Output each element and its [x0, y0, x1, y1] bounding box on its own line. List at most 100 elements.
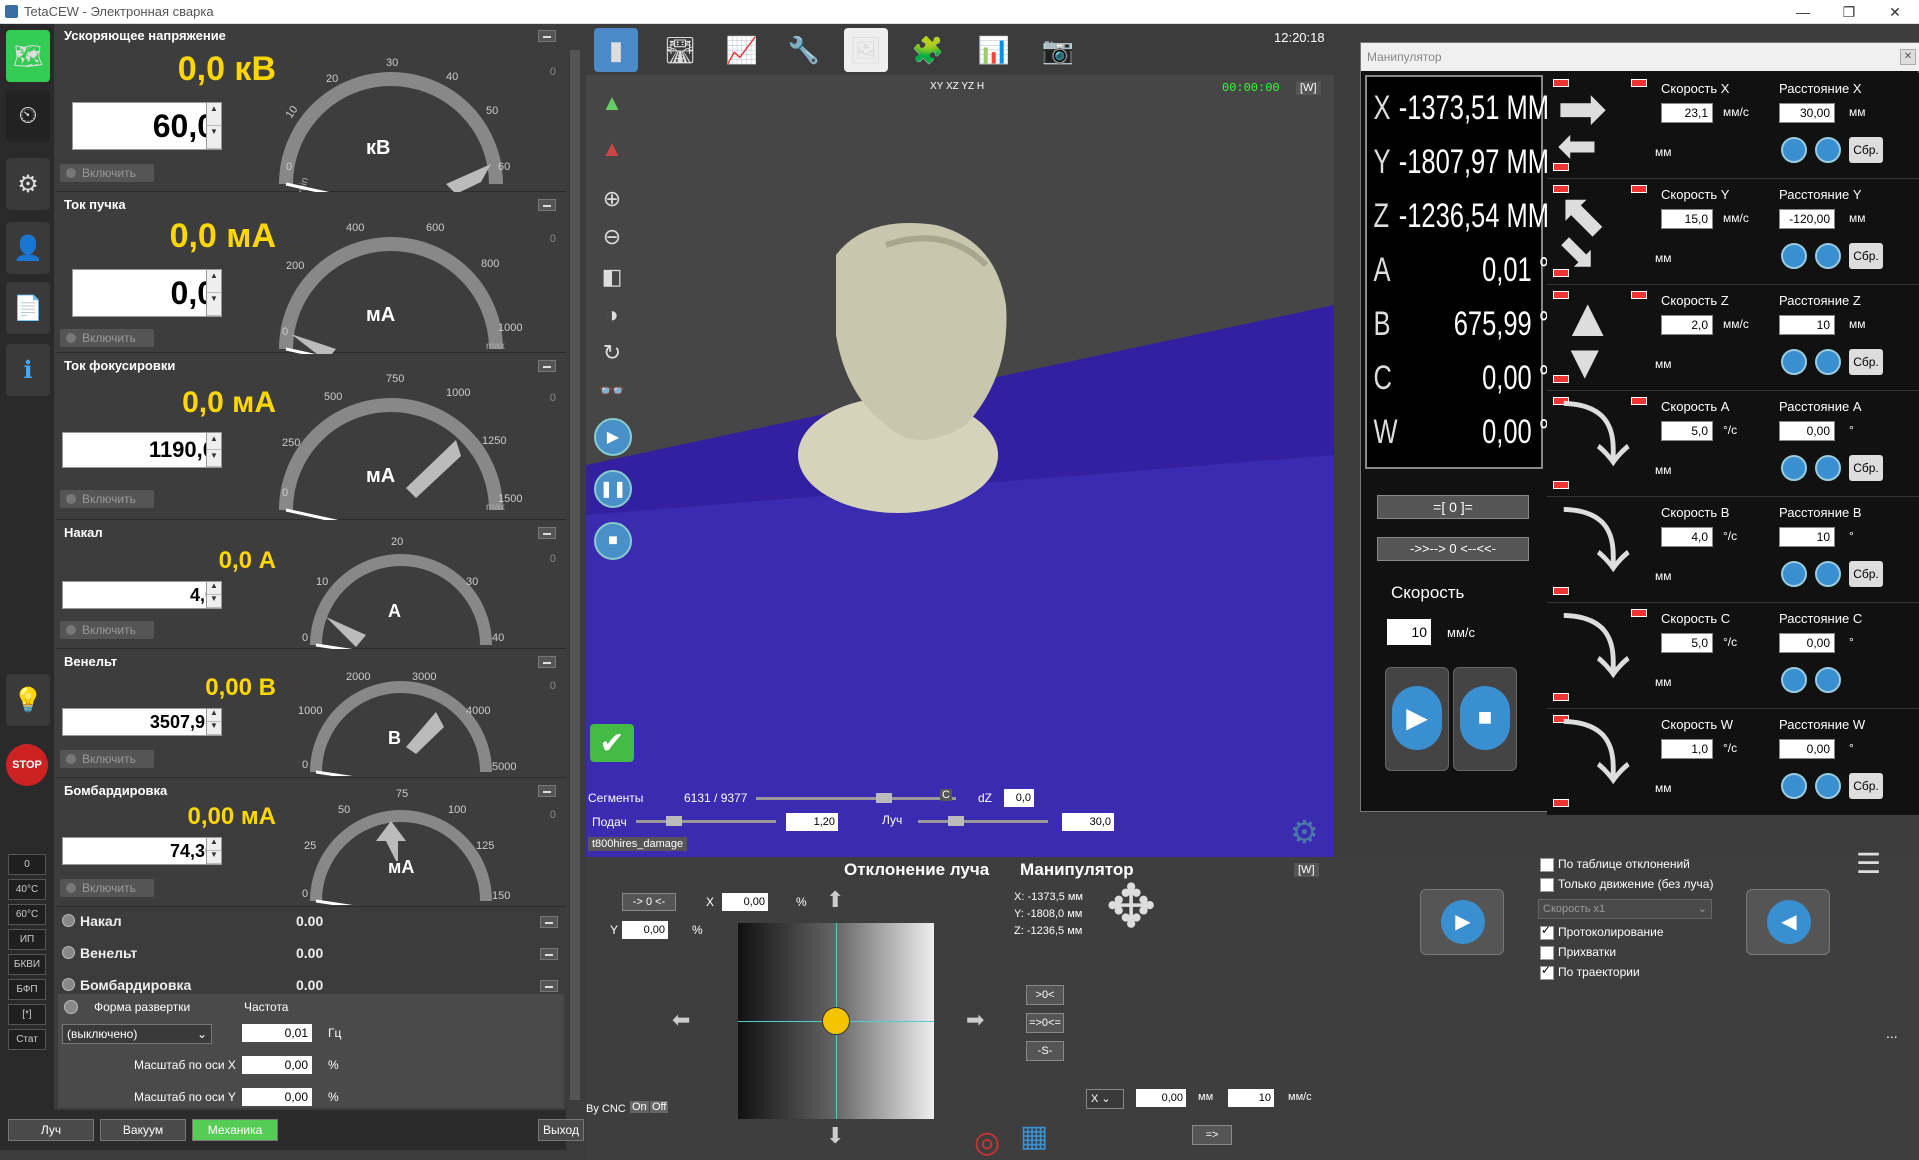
notes-icon[interactable]: 📄: [6, 282, 50, 334]
zoom-out-icon[interactable]: ⊖: [590, 218, 634, 256]
stop-run-button[interactable]: ■: [594, 522, 632, 560]
enable-toggle[interactable]: Включить: [60, 879, 154, 897]
move-x-stop-button[interactable]: [1815, 137, 1841, 163]
speed-c-input[interactable]: 5,0: [1661, 633, 1713, 653]
dz-input[interactable]: 0,0: [1004, 789, 1034, 807]
manipulator-close-button[interactable]: ✕: [1900, 49, 1916, 65]
reset-y-button[interactable]: Сбр.: [1849, 243, 1883, 269]
enable-toggle[interactable]: Включить: [60, 329, 154, 347]
panel-input[interactable]: 1190,0: [62, 432, 222, 468]
image-icon[interactable]: 🖼: [844, 28, 888, 72]
speed-select[interactable]: Скорость x1 ⌄: [1538, 899, 1712, 919]
tab-beam[interactable]: Луч: [8, 1119, 94, 1141]
manip-play-button[interactable]: ▶: [1385, 667, 1449, 771]
dist-x-input[interactable]: 30,00: [1779, 103, 1835, 123]
move-a-stop-button[interactable]: [1815, 455, 1841, 481]
chart-icon[interactable]: 📊: [972, 28, 1016, 72]
side-button-star[interactable]: [*]: [8, 1004, 46, 1025]
restore-button[interactable]: ❐: [1826, 0, 1872, 24]
center-view-icon[interactable]: ◑: [590, 296, 634, 334]
feed-input[interactable]: 1,20: [786, 813, 838, 831]
panel-input[interactable]: 0,0: [72, 269, 222, 317]
road-icon[interactable]: 🛣: [658, 28, 702, 72]
move-a-play-button[interactable]: [1781, 455, 1807, 481]
reset-w-button[interactable]: Сбр.: [1849, 773, 1883, 799]
speed-a-input[interactable]: 5,0: [1661, 421, 1713, 441]
camera-icon[interactable]: 📷: [1036, 28, 1080, 72]
tab-vacuum[interactable]: Вакуум: [100, 1119, 186, 1141]
delete-object-icon[interactable]: ▲: [590, 130, 634, 168]
center-button[interactable]: >0<: [1026, 985, 1064, 1005]
dist-c-input[interactable]: 0,00: [1779, 633, 1835, 653]
play-button[interactable]: ▶: [594, 418, 632, 456]
beam-input[interactable]: 30,0: [1062, 813, 1114, 831]
s-button[interactable]: -S-: [1026, 1041, 1064, 1061]
speed-z-input[interactable]: 2,0: [1661, 315, 1713, 335]
go-button[interactable]: =>: [1192, 1125, 1232, 1145]
w-button[interactable]: [W]: [1296, 81, 1321, 95]
speed-b-input[interactable]: 4,0: [1661, 527, 1713, 547]
info-icon[interactable]: ℹ: [6, 344, 50, 396]
segments-slider[interactable]: [756, 793, 956, 803]
scan-shape-select[interactable]: (выключено) ⌄: [62, 1024, 212, 1044]
spin-control[interactable]: ▲ ▼: [206, 708, 222, 736]
jog-arrows[interactable]: ✥: [1106, 877, 1156, 937]
reset-b-button[interactable]: Сбр.: [1849, 561, 1883, 587]
speedometer-icon[interactable]: ⏲: [6, 90, 50, 142]
exit-button[interactable]: Выход: [538, 1119, 584, 1141]
list-icon[interactable]: ☰: [1856, 847, 1881, 880]
reset-z-button[interactable]: Сбр.: [1849, 349, 1883, 375]
enable-toggle[interactable]: Включить: [60, 164, 154, 182]
collapse-button[interactable]: [540, 980, 558, 992]
tools-icon[interactable]: 🔧: [782, 28, 826, 72]
zero-button[interactable]: =[ 0 ]=: [1377, 495, 1529, 519]
settings-gear-icon[interactable]: ⚙: [1290, 813, 1319, 851]
side-button-bkvi[interactable]: БКВИ: [8, 954, 46, 975]
glasses-icon[interactable]: 👓: [590, 372, 634, 410]
speed-w-input[interactable]: 1,0: [1661, 739, 1713, 759]
panel-input[interactable]: 60,0: [72, 102, 222, 150]
dist-a-input[interactable]: 0,00: [1779, 421, 1835, 441]
spin-control[interactable]: ▲ ▼: [206, 432, 222, 468]
enable-toggle[interactable]: Включить: [60, 621, 154, 639]
spin-control[interactable]: ▲ ▼: [206, 102, 222, 150]
view-mode-icon[interactable]: ◧: [590, 258, 634, 296]
move-x-play-button[interactable]: [1781, 137, 1807, 163]
freq-input[interactable]: 0,01: [242, 1024, 312, 1042]
collapse-button[interactable]: [540, 916, 558, 928]
close-button[interactable]: ✕: [1872, 0, 1918, 24]
enable-toggle[interactable]: Включить: [60, 750, 154, 768]
panel-input[interactable]: 74,30: [62, 837, 222, 865]
3d-viewport[interactable]: XY XZ YZ H 00:00:00 [W] Сегменты 6131 / …: [586, 75, 1334, 859]
collapse-button[interactable]: [540, 948, 558, 960]
center-all-button[interactable]: ->>--> 0 <--<<-: [1377, 537, 1529, 561]
user-icon[interactable]: 👤: [6, 222, 50, 274]
side-button-ip[interactable]: ИП: [8, 929, 46, 950]
zoom-in-icon[interactable]: ⊕: [590, 180, 634, 218]
dist-z-input[interactable]: 10: [1779, 315, 1835, 335]
side-button-60c[interactable]: 60°C: [8, 904, 46, 925]
dist-w-input[interactable]: 0,00: [1779, 739, 1835, 759]
move-c-stop-button[interactable]: [1815, 667, 1841, 693]
map-icon[interactable]: 🗺: [6, 30, 50, 82]
reset-a-button[interactable]: Сбр.: [1849, 455, 1883, 481]
deflect-down-arrow[interactable]: ⬇: [826, 1123, 844, 1149]
deflection-x-input[interactable]: 0,00: [722, 893, 768, 911]
scale-y-input[interactable]: 0,00: [242, 1088, 312, 1106]
scale-x-input[interactable]: 0,00: [242, 1056, 312, 1074]
spin-control[interactable]: ▲ ▼: [206, 269, 222, 317]
collapse-button[interactable]: [538, 199, 556, 211]
lamp-icon[interactable]: 💡: [6, 674, 50, 726]
dist-input[interactable]: 0,00: [1136, 1089, 1186, 1107]
move-b-stop-button[interactable]: [1815, 561, 1841, 587]
save-icon[interactable]: ▮: [594, 28, 638, 72]
move-c-play-button[interactable]: [1781, 667, 1807, 693]
logging-checkbox[interactable]: Протоколирование: [1540, 923, 1664, 940]
manip-w-button[interactable]: [W]: [1294, 863, 1319, 877]
trajectory-checkbox[interactable]: По траектории: [1540, 963, 1640, 980]
minimize-button[interactable]: —: [1780, 0, 1826, 24]
move-z-negative-arrow[interactable]: ▼: [1561, 339, 1609, 387]
rotate-c-arrows[interactable]: ⤵: [1561, 613, 1631, 683]
gauge-icon[interactable]: ⚙: [6, 158, 50, 210]
manip-stop-button[interactable]: ■: [1453, 667, 1517, 771]
